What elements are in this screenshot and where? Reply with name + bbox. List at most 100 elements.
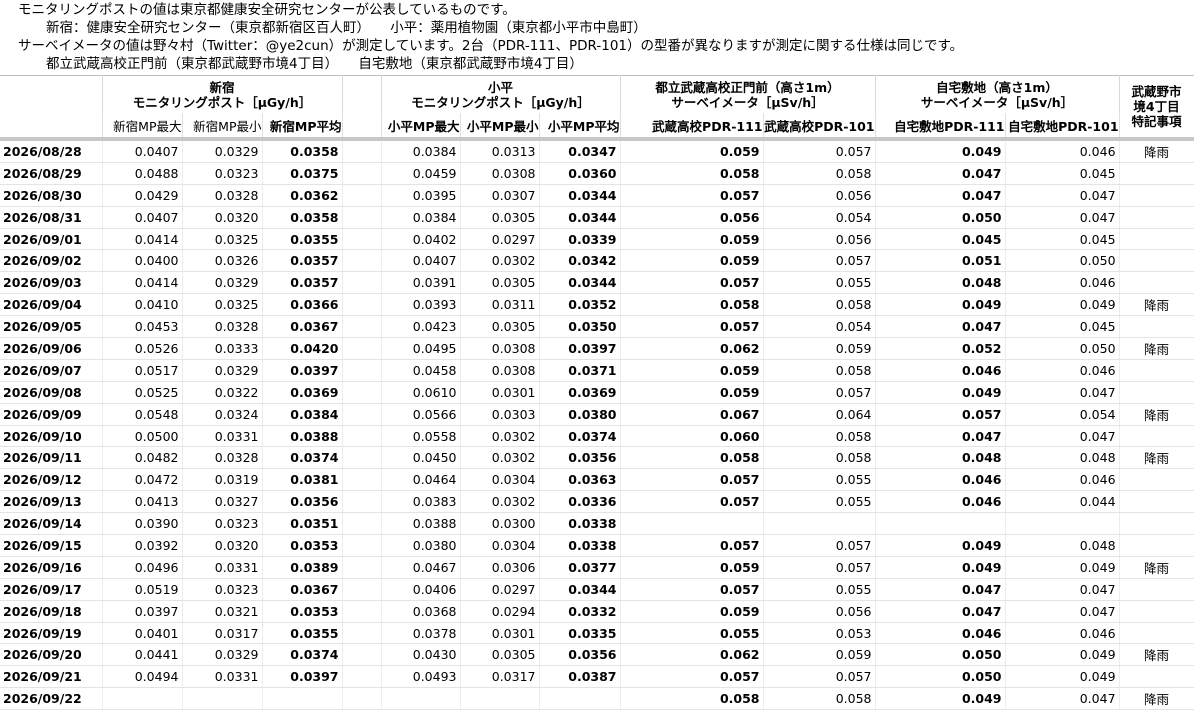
- table-row: 2026/09/03 0.0414 0.0329 0.0357 0.0391 0.0305…: [0, 271, 1194, 295]
- value-cell: 0.0519: [102, 578, 183, 601]
- value-cell: 0.0362: [262, 184, 343, 207]
- date-cell: 2026/09/11: [0, 446, 103, 470]
- value-cell: 0.048: [1005, 534, 1120, 557]
- value-cell: 0.057: [620, 578, 764, 601]
- date-cell: 2026/09/02: [0, 249, 103, 273]
- value-cell: 0.0374: [262, 446, 343, 470]
- value-cell: 0.0320: [182, 534, 263, 557]
- value-cell: 0.049: [1005, 556, 1120, 579]
- value-cell: 0.056: [763, 600, 876, 623]
- value-cell: 0.0305: [460, 315, 540, 339]
- value-cell: 0.0324: [182, 403, 263, 426]
- table-row: 2026/08/30 0.0429 0.0328 0.0362 0.0395 0.0307…: [0, 184, 1194, 207]
- value-cell: 0.050: [875, 665, 1006, 689]
- spacer-cell: [342, 512, 382, 536]
- table-row: 2026/08/31 0.0407 0.0320 0.0358 0.0384 0.0305…: [0, 206, 1194, 229]
- value-cell: 0.0317: [460, 665, 540, 689]
- value-cell: 0.059: [620, 141, 764, 163]
- value-cell: 0.0338: [539, 512, 621, 536]
- value-cell: 0.047: [1005, 184, 1120, 207]
- table-row: 2026/09/20 0.0441 0.0329 0.0374 0.0430 0.0305…: [0, 643, 1194, 667]
- value-cell: 0.0358: [262, 206, 343, 229]
- value-cell: 0.0525: [102, 381, 183, 404]
- remark-cell: [1119, 468, 1194, 492]
- remark-cell: [1119, 249, 1194, 273]
- date-cell: 2026/09/19: [0, 622, 103, 645]
- value-cell: 0.047: [875, 184, 1006, 207]
- value-cell: 0.0332: [539, 600, 621, 623]
- value-cell: 0.049: [875, 534, 1006, 557]
- value-cell: 0.0500: [102, 425, 183, 448]
- value-cell: 0.0335: [539, 622, 621, 645]
- spacer-header: [342, 75, 382, 113]
- spacer-cell: [342, 687, 382, 710]
- value-cell: 0.0367: [262, 315, 343, 339]
- spacer-cell: [342, 206, 382, 229]
- value-cell: 0.047: [1005, 425, 1120, 448]
- value-cell: 0.0344: [539, 271, 621, 295]
- value-cell: 0.0358: [262, 141, 343, 163]
- remark-cell: [1119, 315, 1194, 339]
- value-cell: 0.057: [620, 184, 764, 207]
- date-cell: 2026/08/30: [0, 184, 103, 207]
- value-cell: 0.0325: [182, 228, 263, 251]
- value-cell: 0.0384: [262, 403, 343, 426]
- value-cell: 0.049: [1005, 665, 1120, 689]
- value-cell: 0.0297: [460, 228, 540, 251]
- date-cell: 2026/09/12: [0, 468, 103, 492]
- date-cell: 2026/09/04: [0, 293, 103, 317]
- remark-cell: 降雨: [1119, 556, 1194, 579]
- value-cell: 0.057: [763, 381, 876, 404]
- table-row: 2026/09/17 0.0519 0.0323 0.0367 0.0406 0.0297…: [0, 578, 1194, 601]
- group-home-title: 自宅敷地（高さ1m）: [936, 79, 1058, 95]
- value-cell: 0.0429: [102, 184, 183, 207]
- group-header-row: 新宿 モニタリングポスト［μGy/h］ 小平 モニタリングポスト［μGy/h］ …: [0, 75, 1194, 137]
- value-cell: 0.0450: [381, 446, 461, 470]
- value-cell: 0.0303: [460, 403, 540, 426]
- value-cell: 0.0323: [182, 512, 263, 536]
- group-musashi-title: 都立武蔵高校正門前（高さ1m）: [655, 79, 840, 95]
- remark-cell: [1119, 622, 1194, 645]
- value-cell: [875, 512, 1006, 536]
- value-cell: 0.0353: [262, 534, 343, 557]
- value-cell: 0.0319: [182, 468, 263, 492]
- remark-cell: [1119, 665, 1194, 689]
- value-cell: 0.0333: [182, 337, 263, 360]
- value-cell: 0.058: [763, 293, 876, 317]
- value-cell: 0.057: [620, 315, 764, 339]
- value-cell: 0.0356: [539, 643, 621, 667]
- value-cell: 0.047: [1005, 578, 1120, 601]
- value-cell: 0.0342: [539, 249, 621, 273]
- value-cell: 0.045: [1005, 162, 1120, 185]
- value-cell: 0.0397: [262, 359, 343, 382]
- value-cell: 0.0453: [102, 315, 183, 339]
- spacer-cell: [342, 315, 382, 339]
- date-cell: 2026/09/15: [0, 534, 103, 557]
- value-cell: 0.0381: [262, 468, 343, 492]
- value-cell: 0.054: [1005, 403, 1120, 426]
- table-row: 2026/09/21 0.0494 0.0331 0.0397 0.0493 0.0317…: [0, 665, 1194, 689]
- value-cell: 0.0328: [182, 315, 263, 339]
- value-cell: 0.0566: [381, 403, 461, 426]
- value-cell: 0.0320: [182, 206, 263, 229]
- date-cell: 2026/09/16: [0, 556, 103, 579]
- spacer-cell: [342, 271, 382, 295]
- value-cell: 0.0397: [102, 600, 183, 623]
- value-cell: 0.050: [875, 643, 1006, 667]
- note-line-4: 都立武蔵高校正門前（東京都武蔵野市境4丁目） 自宅敷地（東京都武蔵野市境4丁目）: [46, 56, 583, 72]
- value-cell: 0.051: [875, 249, 1006, 273]
- value-cell: 0.058: [763, 446, 876, 470]
- value-cell: 0.0294: [460, 600, 540, 623]
- value-cell: 0.0407: [102, 141, 183, 163]
- value-cell: 0.0400: [102, 249, 183, 273]
- value-cell: 0.0329: [182, 643, 263, 667]
- value-cell: 0.0305: [460, 206, 540, 229]
- value-cell: 0.0317: [182, 622, 263, 645]
- table-row: 2026/09/12 0.0472 0.0319 0.0381 0.0464 0.0304…: [0, 468, 1194, 492]
- value-cell: 0.058: [763, 359, 876, 382]
- value-cell: 0.057: [620, 468, 764, 492]
- group-home-subtitle: サーベイメータ［μSv/h］: [920, 94, 1074, 110]
- table-row: 2026/09/07 0.0517 0.0329 0.0397 0.0458 0.0308…: [0, 359, 1194, 382]
- value-cell: 0.0325: [182, 293, 263, 317]
- table-row: 2026/09/15 0.0392 0.0320 0.0353 0.0380 0.0304…: [0, 534, 1194, 557]
